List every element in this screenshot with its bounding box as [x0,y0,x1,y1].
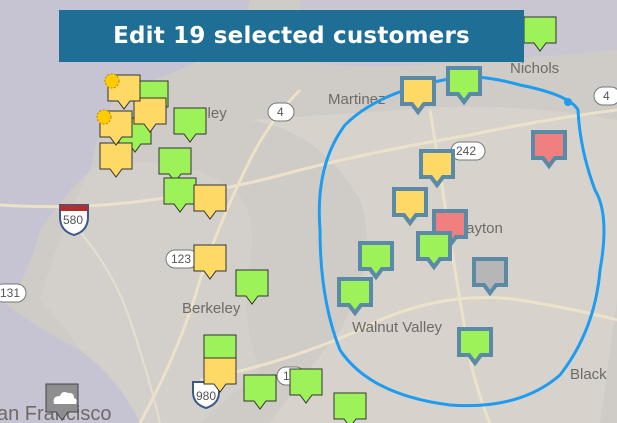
lasso-handle[interactable] [564,98,572,106]
highway-shield-4a: 4 [267,102,295,122]
place-nichols: Nichols [510,60,559,77]
highway-shield-123: 123 [165,249,199,269]
svg-text:580: 580 [63,213,83,227]
map-canvas[interactable]: Martinez Nichols Clayton Gateley Berkele… [0,0,617,423]
sun-badge-icon [104,73,120,89]
edit-selected-customers-button[interactable]: Edit 19 selected customers [59,10,524,62]
banner-label: Edit 19 selected customers [113,23,470,49]
place-berkeley: Berkeley [182,300,241,317]
svg-text:123: 123 [171,252,191,266]
svg-text:131: 131 [0,286,20,300]
sun-badge-icon [96,109,112,125]
place-walnut-valley: Walnut Valley [352,319,443,336]
svg-text:242: 242 [456,144,476,158]
customer-pin[interactable] [333,392,367,423]
place-martinez: Martinez [328,91,386,108]
highway-shield-580: 580 [59,204,89,237]
place-black: Black [570,366,607,383]
highway-shield-242: 242 [450,141,486,161]
svg-text:980: 980 [196,389,216,403]
svg-text:4: 4 [277,105,284,119]
highway-shield-4b: 4 [593,86,617,106]
highway-shield-131: 131 [0,283,27,303]
svg-text:4: 4 [603,89,610,103]
